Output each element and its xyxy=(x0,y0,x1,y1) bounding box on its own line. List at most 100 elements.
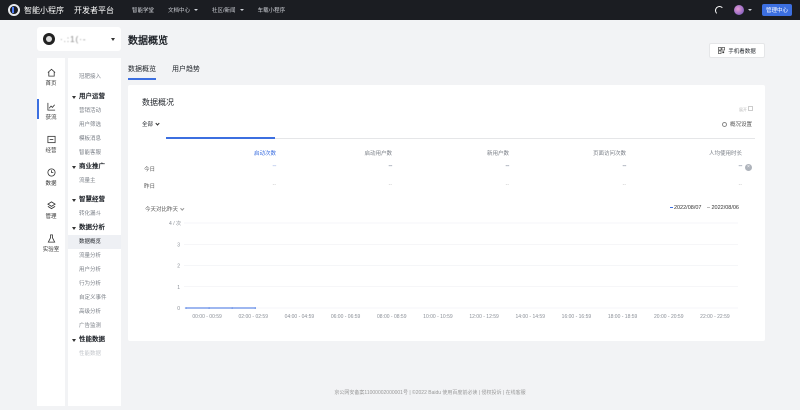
metric-new-users[interactable]: 新用户数 xyxy=(459,149,509,157)
y-tick-label: 0 xyxy=(177,306,180,312)
user-menu[interactable] xyxy=(733,5,752,15)
subnav-item[interactable]: 流量分析 xyxy=(68,249,121,263)
x-tick-label: 16:00 - 16:59 xyxy=(562,314,592,320)
yesterday-value: -- xyxy=(272,182,276,188)
subnav-group-promotion[interactable]: 商业推广 xyxy=(68,160,121,174)
legend-swatch xyxy=(669,207,673,209)
rail-item-home[interactable]: 首页 xyxy=(37,68,65,87)
x-tick-label: 10:00 - 10:59 xyxy=(423,314,453,320)
yesterday-value: -- xyxy=(622,182,626,188)
y-tick-label: 3 xyxy=(177,242,180,248)
yesterday-value: -- xyxy=(505,182,509,188)
chevron-down-icon xyxy=(155,120,160,126)
series-point[interactable] xyxy=(208,307,210,309)
subnav-item[interactable]: 智能客服 xyxy=(68,146,121,160)
app-name: ·.:1(·- xyxy=(60,34,87,44)
primary-sidebar: 首页 获流 经营 数据 管理 实验室 xyxy=(37,58,65,406)
subnav-item[interactable]: 性能数据 xyxy=(68,347,121,361)
platform-title: 开发者平台 xyxy=(74,5,114,15)
subnav-item-intro[interactable]: 冠肥接入 xyxy=(68,70,121,84)
subnav-item[interactable]: 营销活动 xyxy=(68,104,121,118)
x-tick-label: 20:00 - 20:59 xyxy=(654,314,684,320)
home-icon xyxy=(47,68,55,77)
rail-item-manage[interactable]: 管理 xyxy=(37,201,65,220)
x-tick-label: 04:00 - 04:59 xyxy=(285,314,315,320)
management-center-button[interactable]: 管理中心 xyxy=(761,4,792,16)
y-axis-unit: 4 / 次 xyxy=(169,220,181,227)
y-tick-label: 2 xyxy=(177,264,180,270)
subnav-item[interactable]: 自定义事件 xyxy=(68,291,121,305)
legend-item-yesterday[interactable]: 2022/08/06 xyxy=(707,205,739,211)
x-tick-label: 08:00 - 08:59 xyxy=(377,314,407,320)
series-point[interactable] xyxy=(231,307,233,309)
nav-item-academy[interactable]: 智能学堂 xyxy=(132,6,154,14)
chevron-down-icon xyxy=(747,9,752,11)
series-point[interactable] xyxy=(254,307,257,309)
app-selector[interactable]: ·.:1(·- xyxy=(37,27,121,51)
gear-icon xyxy=(721,121,727,127)
rail-item-business[interactable]: 经营 xyxy=(37,135,65,154)
subnav-item[interactable]: 用户分析 xyxy=(68,263,121,277)
compare-dropdown[interactable]: 今天对比昨天 xyxy=(145,205,185,213)
tab-data-overview[interactable]: 数据概览 xyxy=(128,64,156,80)
chevron-down-icon xyxy=(111,37,115,41)
x-tick-label: 14:00 - 14:59 xyxy=(516,314,546,320)
subnav-group-user-ops[interactable]: 用户运营 xyxy=(68,90,121,104)
chevron-down-icon xyxy=(180,206,185,211)
series-point[interactable] xyxy=(185,307,187,309)
metric-tab-indicator xyxy=(166,137,275,139)
rail-item-lab[interactable]: 实验室 xyxy=(37,234,65,253)
x-tick-label: 22:00 - 22:59 xyxy=(700,314,730,320)
chevron-down-icon xyxy=(194,9,199,11)
metric-launch-users[interactable]: 启动用户数 xyxy=(342,149,392,157)
filter-dropdown[interactable]: 全部 xyxy=(142,120,160,128)
logo-icon xyxy=(8,4,20,16)
nav-item-docs[interactable]: 文档中心 xyxy=(168,6,199,14)
close-icon[interactable]: × xyxy=(745,164,752,171)
clock-icon xyxy=(46,168,56,177)
subnav-item[interactable]: 模板消息 xyxy=(68,132,121,146)
store-icon xyxy=(46,135,56,144)
today-value: -- xyxy=(505,163,509,170)
subnav-item[interactable]: 转化漏斗 xyxy=(68,207,121,221)
metric-launch-count[interactable]: 启动次数 xyxy=(226,149,276,157)
subnav-item[interactable]: 高级分析 xyxy=(68,305,121,319)
tab-user-trend[interactable]: 用户趋势 xyxy=(172,64,200,80)
nav-item-community[interactable]: 社区/新闻 xyxy=(212,6,244,14)
nav-item-car[interactable]: 车载小程序 xyxy=(258,6,286,14)
avatar xyxy=(733,5,744,15)
page-title: 数据概览 xyxy=(128,36,168,47)
rail-item-traffic[interactable]: 获流 xyxy=(37,99,65,121)
metric-avg-duration[interactable]: 人均使用时长 xyxy=(692,149,742,157)
metric-page-views[interactable]: 页面访问次数 xyxy=(576,149,626,157)
today-value: -- xyxy=(622,163,626,170)
app-avatar xyxy=(43,33,55,45)
today-value: -- xyxy=(738,163,742,170)
today-value: -- xyxy=(272,163,276,170)
chart-icon xyxy=(46,102,55,111)
chart-legend: 2022/08/07 2022/08/06 xyxy=(669,205,739,211)
flask-icon xyxy=(47,234,55,243)
subnav-item[interactable]: 流量主 xyxy=(68,174,121,188)
x-tick-label: 06:00 - 06:59 xyxy=(331,314,361,320)
legend-item-today[interactable]: 2022/08/07 xyxy=(669,205,701,211)
rail-item-data[interactable]: 数据 xyxy=(37,168,65,187)
subnav-group-performance[interactable]: 性能数据 xyxy=(68,333,121,347)
top-nav: 智能学堂 文档中心 社区/新闻 车载小程序 xyxy=(132,6,285,14)
page-tabs: 数据概览 用户趋势 xyxy=(128,64,200,80)
subnav-item[interactable]: 广告监测 xyxy=(68,319,121,333)
logo-text: 智能小程序 xyxy=(24,5,64,15)
subnav-item[interactable]: 用户筛选 xyxy=(68,118,121,132)
logo[interactable]: 智能小程序 xyxy=(8,4,64,16)
trend-chart: 4 / 次 0 1 2 3 00:00 - 00:59 02:00 - 02:59 04:0… xyxy=(169,220,738,320)
qrcode-icon xyxy=(718,47,726,54)
mobile-view-button[interactable]: 手机看数据 xyxy=(709,43,765,58)
subnav-group-data-analysis[interactable]: 数据分析 xyxy=(68,221,121,235)
overview-settings-button[interactable]: 概况设置 xyxy=(721,120,752,128)
expand-icon[interactable] xyxy=(748,106,753,111)
row-label-yesterday: 昨日 xyxy=(144,184,156,190)
expand-link[interactable]: 展开 xyxy=(739,107,747,113)
subnav-group-smart-business[interactable]: 智慧经营 xyxy=(68,193,121,207)
subnav-item[interactable]: 行为分析 xyxy=(68,277,121,291)
subnav-item-data-overview[interactable]: 数据概览 xyxy=(68,235,121,249)
